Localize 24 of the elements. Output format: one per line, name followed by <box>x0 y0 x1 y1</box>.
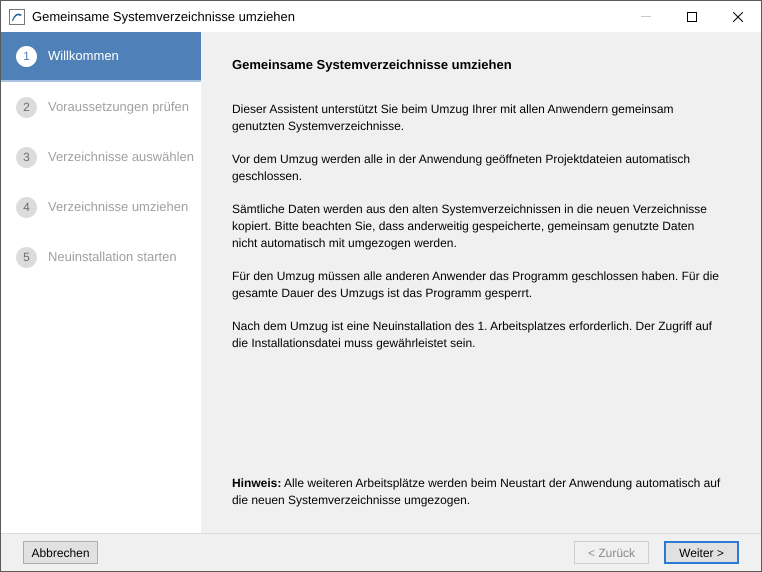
window-title: Gemeinsame Systemverzeichnisse umziehen <box>32 8 295 26</box>
wizard-step[interactable]: 1 Willkommen <box>1 32 201 82</box>
body-paragraph: Vor dem Umzug werden alle in der Anwendung geöffneten Projektdateien automatisch geschlossen. <box>232 150 692 184</box>
maximize-icon <box>687 12 697 22</box>
step-number: 5 <box>16 246 37 268</box>
step-label: Verzeichnisse auswählen <box>48 148 194 166</box>
cancel-button[interactable]: Abbrechen <box>23 541 98 564</box>
body-paragraph: Dieser Assistent unterstützt Sie beim Umzug Ihrer mit allen Anwendern gemeinsam genutzten Systemverzeichnisse. <box>232 100 675 134</box>
close-icon <box>733 12 743 22</box>
page-heading: Gemeinsame Systemverzeichnisse umziehen <box>232 56 513 74</box>
step-label: Verzeichnisse umziehen <box>48 198 188 216</box>
body-paragraph: Sämtliche Daten werden aus den alten Systemverzeichnissen in die neuen Verzeichnisse kopiert. Bitte beachten Sie, dass anderweitig gespeicherte, gemeinsam genutzte Daten nicht automatisch mit umgezogen werden. <box>232 200 708 252</box>
step-label: Willkommen <box>48 47 119 66</box>
step-number: 2 <box>16 96 37 118</box>
step-number: 1 <box>16 46 37 66</box>
step-label: Neuinstallation starten <box>48 248 177 266</box>
next-button[interactable]: Weiter > <box>664 541 739 564</box>
app-icon <box>9 8 25 24</box>
note-text: Hinweis: Alle weiteren Arbeitsplätze werden beim Neustart der Anwendung automatisch auf die neuen Systemverzeichnisse umgezogen. <box>232 475 722 509</box>
body-paragraph: Für den Umzug müssen alle anderen Anwender das Programm geschlossen haben. Für die gesamte Dauer des Umzugs ist das Programm gesperrt. <box>232 268 720 302</box>
step-number: 3 <box>16 146 37 168</box>
step-number: 4 <box>16 196 37 218</box>
step-label: Voraussetzungen prüfen <box>48 98 189 116</box>
body-paragraph: Nach dem Umzug ist eine Neuinstallation des 1. Arbeitsplatzes erforderlich. Der Zugriff auf die Installationsdatei muss gewährleistet sein. <box>232 318 714 352</box>
